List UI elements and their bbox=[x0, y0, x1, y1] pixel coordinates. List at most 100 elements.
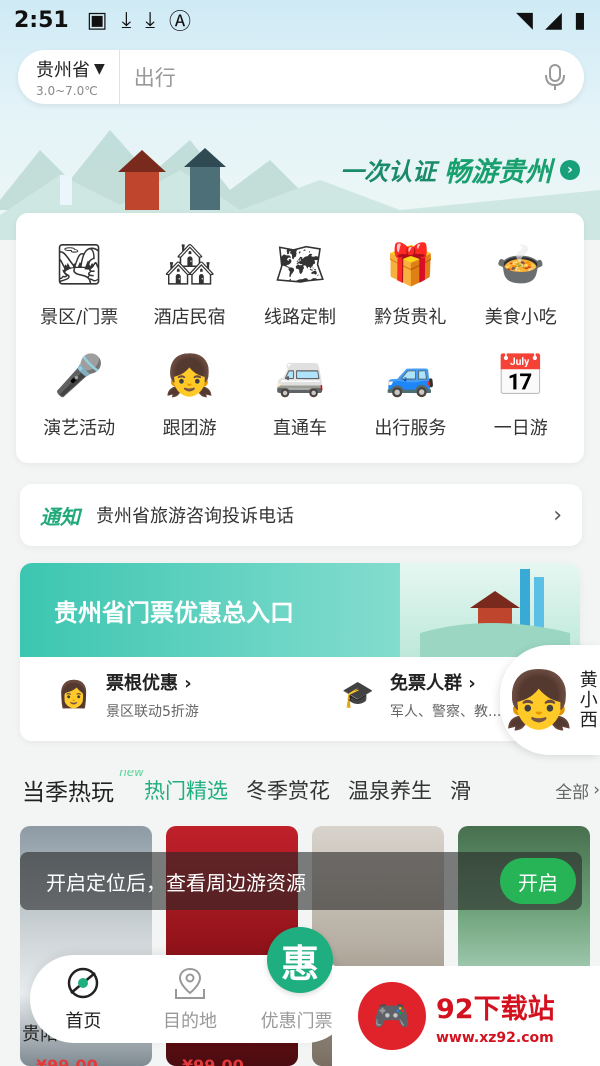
grid-label: 黔货贵礼 bbox=[374, 306, 447, 328]
grid-item-hotel[interactable]: 🏘 酒店民宿 bbox=[134, 227, 244, 338]
map-icon: 🗺 bbox=[274, 242, 326, 288]
mascot-name: 黄小西 bbox=[576, 670, 598, 730]
promo-header[interactable]: 贵州省门票优惠总入口 bbox=[20, 563, 460, 657]
grid-item-route[interactable]: 🗺 线路定制 bbox=[245, 227, 355, 338]
grid-item-shows[interactable]: 🎤 演艺活动 bbox=[24, 338, 134, 449]
grid-item-scenic[interactable]: 🏞 景区/门票 bbox=[24, 227, 134, 338]
promo-item-desc: 景区联动5折游 bbox=[106, 704, 199, 720]
promo-free-ticket[interactable]: 🎓 免票人群 › 军人、警察、教... bbox=[338, 669, 502, 721]
grid-item-day-trip[interactable]: 📅 一日游 bbox=[466, 338, 576, 449]
status-time: 2:51 bbox=[14, 7, 69, 33]
signal-icon: ◢ bbox=[544, 7, 562, 33]
chevron-right-icon: › bbox=[468, 673, 476, 694]
grid-label: 出行服务 bbox=[374, 417, 447, 439]
download-icon: ⤓ bbox=[145, 7, 155, 33]
hero-banner: 2:51 ▣ ⤓ ⤓ Ⓐ ◥ ◢ ▮ 贵州省 ▼ 3.0~7.0℃ 出行 一次认… bbox=[0, 0, 600, 240]
grid-label: 线路定制 bbox=[263, 306, 336, 328]
nav-label: 目的地 bbox=[162, 1011, 217, 1032]
grid-label: 直通车 bbox=[272, 417, 327, 439]
microphone-icon: 🎤 bbox=[54, 353, 105, 399]
home-eye-icon bbox=[65, 965, 101, 1001]
chevron-right-icon: › bbox=[560, 159, 580, 180]
location-temperature: 3.0~7.0℃ bbox=[36, 84, 98, 98]
grid-item-travel-service[interactable]: 🚙 出行服务 bbox=[355, 338, 465, 449]
grid-label: 美食小吃 bbox=[484, 306, 557, 328]
slogan-text-b: 畅游贵州 bbox=[444, 157, 552, 188]
service-grid: 🏞 景区/门票 🏘 酒店民宿 🗺 线路定制 🎁 黔货贵礼 🍲 美食小吃 🎤 演艺活动 👧 跟团… bbox=[16, 213, 584, 463]
graduate-avatar-icon: 🎓 bbox=[341, 680, 375, 710]
image-notification-icon: ▣ bbox=[86, 7, 108, 33]
gamepad-logo-icon: 🎮 bbox=[358, 982, 426, 1050]
tab-winter-flowers[interactable]: 冬季赏花 bbox=[246, 775, 330, 805]
hotel-icon: 🏘 bbox=[164, 242, 215, 288]
section-title: 当季热玩 new bbox=[22, 770, 144, 807]
grid-label: 酒店民宿 bbox=[153, 306, 226, 328]
slogan-text-a: 一次认证 bbox=[340, 158, 436, 186]
grid-item-gifts[interactable]: 🎁 黔货贵礼 bbox=[355, 227, 465, 338]
seasonal-tabs: 当季热玩 new 热门精选 冬季赏花 温泉养生 滑 全部 › bbox=[22, 770, 600, 810]
calendar-icon: 📅 bbox=[495, 353, 546, 399]
banner-slogan[interactable]: 一次认证 畅游贵州 › bbox=[340, 150, 580, 189]
grid-item-shuttle[interactable]: 🚐 直通车 bbox=[245, 338, 355, 449]
search-bar[interactable]: 贵州省 ▼ 3.0~7.0℃ 出行 bbox=[18, 50, 584, 104]
notice-text: 贵州省旅游咨询投诉电话 bbox=[96, 506, 294, 527]
location-selector[interactable]: 贵州省 ▼ 3.0~7.0℃ bbox=[36, 50, 120, 104]
watermark-name: 92下载站 bbox=[436, 993, 555, 1025]
promo-ticket-stub[interactable]: 👩 票根优惠 › 景区联动5折游 bbox=[54, 669, 199, 721]
bottom-nav: 首页 目的地 优惠门票 惠 bbox=[30, 927, 350, 1043]
tab-hot-picks[interactable]: 热门精选 bbox=[144, 775, 228, 805]
promo-item-desc: 军人、警察、教... bbox=[390, 704, 502, 720]
grid-item-food[interactable]: 🍲 美食小吃 bbox=[466, 227, 576, 338]
search-input[interactable]: 出行 bbox=[120, 62, 544, 92]
chevron-right-icon: › bbox=[553, 502, 562, 528]
grid-label: 演艺活动 bbox=[43, 417, 116, 439]
grid-label: 跟团游 bbox=[162, 417, 217, 439]
download-icon: ⤓ bbox=[121, 7, 132, 33]
chevron-right-icon: › bbox=[184, 673, 192, 694]
promo-item-title: 免票人群 bbox=[390, 673, 462, 694]
watermark-url: www.xz92.com bbox=[436, 1029, 554, 1046]
enable-location-button[interactable]: 开启 bbox=[500, 858, 576, 904]
tab-skiing[interactable]: 滑 bbox=[450, 775, 471, 805]
location-prompt-text: 开启定位后，查看周边游资源 bbox=[46, 870, 306, 895]
all-label: 全部 bbox=[555, 782, 590, 803]
nav-destination[interactable]: 目的地 bbox=[140, 965, 240, 1033]
waterfall-icon: 🏞 bbox=[53, 242, 105, 288]
new-badge: new bbox=[119, 770, 144, 779]
promo-scenery-image bbox=[400, 563, 580, 657]
battery-icon: ▮ bbox=[573, 7, 586, 33]
nav-label: 首页 bbox=[65, 1011, 102, 1032]
status-bar: 2:51 ▣ ⤓ ⤓ Ⓐ ◥ ◢ ▮ bbox=[0, 0, 600, 40]
tile-price: ¥99.00 bbox=[182, 1056, 244, 1066]
ticket-promo-card[interactable]: 贵州省门票优惠总入口 👩 票根优惠 › 景区联动5折游 🎓 免票人群 › 军人、… bbox=[20, 563, 580, 741]
tour-guide-icon: 👧 bbox=[164, 353, 215, 399]
bus-icon: 🚐 bbox=[275, 353, 325, 399]
tab-hot-springs[interactable]: 温泉养生 bbox=[348, 775, 432, 805]
grid-label: 景区/门票 bbox=[40, 306, 119, 328]
wifi-icon: ◥ bbox=[516, 7, 533, 33]
site-watermark: 🎮 92下载站 www.xz92.com bbox=[332, 966, 600, 1066]
gift-icon: 🎁 bbox=[385, 242, 436, 288]
hotpot-icon: 🍲 bbox=[495, 242, 546, 288]
font-icon: Ⓐ bbox=[169, 10, 192, 35]
chevron-down-icon: ▼ bbox=[94, 61, 105, 77]
grid-label: 一日游 bbox=[493, 417, 548, 439]
location-prompt: 开启定位后，查看周边游资源 开启 bbox=[20, 852, 582, 910]
grid-item-group-tour[interactable]: 👧 跟团游 bbox=[134, 338, 244, 449]
car-service-icon: 🚙 bbox=[385, 353, 436, 399]
notice-tag: 通知 bbox=[40, 504, 80, 529]
nav-home[interactable]: 首页 bbox=[33, 965, 133, 1033]
deals-fab-button[interactable]: 惠 bbox=[267, 927, 333, 993]
woman-avatar-icon: 👩 bbox=[57, 680, 91, 710]
promo-title: 贵州省门票优惠总入口 bbox=[54, 598, 294, 627]
mascot-character-icon: 👧 bbox=[504, 668, 574, 733]
microphone-icon[interactable] bbox=[544, 63, 566, 91]
map-pin-icon bbox=[172, 965, 208, 1001]
notice-bar[interactable]: 通知 贵州省旅游咨询投诉电话 › bbox=[20, 484, 582, 546]
section-title-text: 当季热玩 bbox=[22, 780, 114, 806]
mascot-assistant[interactable]: 👧 黄小西 bbox=[500, 645, 600, 755]
tile-price: ¥99.00 bbox=[36, 1056, 98, 1066]
all-categories-button[interactable]: 全部 › bbox=[547, 770, 600, 810]
nav-label: 优惠门票 bbox=[260, 1011, 333, 1032]
location-city: 贵州省 bbox=[36, 60, 90, 81]
